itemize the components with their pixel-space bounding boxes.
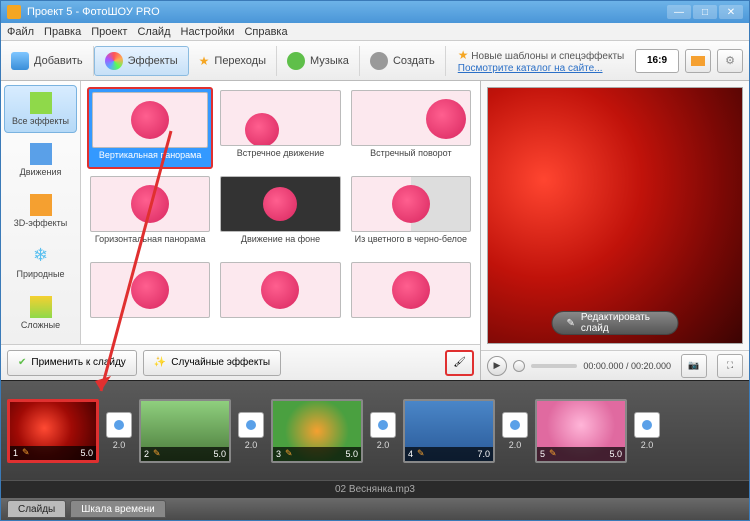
preview-panel: ✎Редактировать слайд ▶ 00:00.000 / 00:20… bbox=[481, 81, 749, 380]
effects-grid: Вертикальная панорама Встречное движение… bbox=[81, 81, 480, 344]
effect-item-4[interactable]: Движение на фоне bbox=[217, 173, 343, 255]
cat-3d[interactable]: 3D-эффекты bbox=[4, 187, 77, 235]
wand-icon: ✨ bbox=[154, 357, 166, 368]
motion-icon bbox=[30, 143, 52, 165]
play-button[interactable]: ▶ bbox=[487, 356, 507, 376]
effect-item-3[interactable]: Горизонтальная панорама bbox=[87, 173, 213, 255]
effect-item-5[interactable]: Из цветного в черно-белое bbox=[348, 173, 474, 255]
tab-timeline[interactable]: Шкала времени bbox=[70, 500, 165, 518]
timecode: 00:00.000 / 00:20.000 bbox=[583, 361, 671, 371]
minimize-button[interactable]: — bbox=[667, 5, 691, 19]
promo-box: ★ Новые шаблоны и спецэффекты Посмотрите… bbox=[446, 48, 635, 74]
preview-area: ✎Редактировать слайд bbox=[487, 87, 743, 344]
fullscreen-button[interactable]: ⛶ bbox=[717, 354, 743, 378]
tab-slides[interactable]: Слайды bbox=[7, 500, 66, 518]
main-toolbar: Добавить Эффекты ★ Переходы Музыка Созда… bbox=[1, 41, 749, 81]
add-button[interactable]: Добавить bbox=[1, 46, 94, 76]
cog-icon: ⚙ bbox=[725, 54, 735, 67]
music-icon bbox=[287, 52, 305, 70]
window-title: Проект 5 - ФотоШОУ PRO bbox=[27, 6, 160, 18]
app-icon bbox=[7, 5, 21, 19]
settings-button[interactable]: ⚙ bbox=[717, 49, 743, 73]
maximize-button[interactable]: □ bbox=[693, 5, 717, 19]
edit-slide-button[interactable]: ✎Редактировать слайд bbox=[552, 311, 679, 335]
music-button[interactable]: Музыка bbox=[277, 46, 360, 76]
transition-3[interactable]: 2.0 bbox=[369, 412, 397, 450]
snapshot-button[interactable]: 📷 bbox=[681, 354, 707, 378]
menu-edit[interactable]: Правка bbox=[44, 26, 81, 38]
slide-1[interactable]: 1✎5.0 bbox=[7, 399, 99, 463]
add-icon bbox=[11, 52, 29, 70]
pencil-icon: ✎ bbox=[567, 318, 575, 329]
random-button[interactable]: ✨Случайные эффекты bbox=[143, 350, 281, 376]
slide-2[interactable]: 2✎5.0 bbox=[139, 399, 231, 463]
timeline: 1✎5.02.02✎5.02.03✎5.02.04✎7.02.05✎5.02.0… bbox=[1, 380, 749, 498]
star-icon: ★ bbox=[199, 54, 210, 68]
playback-controls: ▶ 00:00.000 / 00:20.000 📷 ⛶ bbox=[481, 350, 749, 380]
display-button[interactable] bbox=[685, 49, 711, 73]
apply-button[interactable]: ✔Применить к слайду bbox=[7, 350, 137, 376]
menubar: Файл Правка Проект Слайд Настройки Справ… bbox=[1, 23, 749, 41]
cat-nature[interactable]: ❄Природные bbox=[4, 238, 77, 286]
cat-motion[interactable]: Движения bbox=[4, 136, 77, 184]
close-button[interactable]: ✕ bbox=[719, 5, 743, 19]
layers-icon bbox=[30, 296, 52, 318]
gear-icon bbox=[370, 52, 388, 70]
menu-slide[interactable]: Слайд bbox=[137, 26, 170, 38]
effect-item-8[interactable] bbox=[348, 259, 474, 341]
camera-icon: 📷 bbox=[688, 360, 699, 371]
effect-item-7[interactable] bbox=[217, 259, 343, 341]
cube-icon bbox=[30, 194, 52, 216]
footer-tabs: Слайды Шкала времени bbox=[1, 498, 749, 520]
palette-icon bbox=[105, 52, 123, 70]
seek-bar[interactable] bbox=[531, 364, 577, 368]
effect-item-2[interactable]: Встречный поворот bbox=[348, 87, 474, 169]
create-button[interactable]: Создать bbox=[360, 46, 446, 76]
snowflake-icon: ❄ bbox=[30, 245, 52, 267]
brush-icon: 🖌 bbox=[453, 357, 466, 368]
transitions-button[interactable]: ★ Переходы bbox=[189, 46, 277, 76]
cat-complex[interactable]: Сложные bbox=[4, 289, 77, 337]
slide-4[interactable]: 4✎7.0 bbox=[403, 399, 495, 463]
effect-item-6[interactable] bbox=[87, 259, 213, 341]
transition-2[interactable]: 2.0 bbox=[237, 412, 265, 450]
effects-panel: Все эффекты Движения 3D-эффекты ❄Природн… bbox=[1, 81, 481, 380]
promo-link[interactable]: Посмотрите каталог на сайте... bbox=[458, 63, 635, 74]
menu-file[interactable]: Файл bbox=[7, 26, 34, 38]
transition-1[interactable]: 2.0 bbox=[105, 412, 133, 450]
brush-button[interactable]: 🖌 bbox=[445, 350, 474, 376]
category-list: Все эффекты Движения 3D-эффекты ❄Природн… bbox=[1, 81, 81, 344]
effect-item-1[interactable]: Встречное движение bbox=[217, 87, 343, 169]
cat-all[interactable]: Все эффекты bbox=[4, 85, 77, 133]
audio-track[interactable]: 02 Веснянка.mp3 bbox=[1, 480, 749, 498]
preview-image bbox=[487, 87, 743, 344]
effect-actions: ✔Применить к слайду ✨Случайные эффекты 🖌 bbox=[1, 344, 480, 380]
slide-5[interactable]: 5✎5.0 bbox=[535, 399, 627, 463]
effects-button[interactable]: Эффекты bbox=[94, 46, 189, 76]
stop-button[interactable] bbox=[513, 360, 525, 372]
puzzle-icon bbox=[30, 92, 52, 114]
effect-item-0[interactable]: Вертикальная панорама bbox=[87, 87, 213, 169]
titlebar: Проект 5 - ФотоШОУ PRO — □ ✕ bbox=[1, 1, 749, 23]
menu-help[interactable]: Справка bbox=[244, 26, 287, 38]
transition-4[interactable]: 2.0 bbox=[501, 412, 529, 450]
slide-3[interactable]: 3✎5.0 bbox=[271, 399, 363, 463]
menu-settings[interactable]: Настройки bbox=[181, 26, 235, 38]
transition-5[interactable]: 2.0 bbox=[633, 412, 661, 450]
menu-project[interactable]: Проект bbox=[91, 26, 127, 38]
aspect-button[interactable]: 16:9 bbox=[635, 49, 679, 73]
